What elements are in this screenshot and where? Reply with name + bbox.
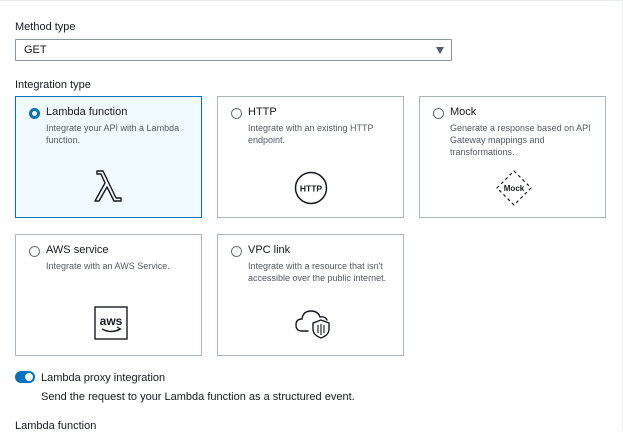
lambda-proxy-toggle[interactable] bbox=[15, 371, 35, 383]
option-description: Integrate with a resource that isn't acc… bbox=[248, 261, 387, 283]
integration-option-http[interactable]: HTTP Integrate with an existing HTTP end… bbox=[217, 96, 404, 218]
aws-icon-text: aws bbox=[100, 314, 123, 328]
radio-vpc-link[interactable] bbox=[231, 246, 242, 257]
top-divider bbox=[0, 0, 623, 1]
option-description: Generate a response based on API Gateway… bbox=[450, 123, 591, 157]
radio-lambda[interactable] bbox=[29, 108, 40, 119]
option-title: HTTP bbox=[248, 106, 277, 118]
option-title: Mock bbox=[450, 106, 477, 118]
option-title: Lambda function bbox=[46, 106, 128, 118]
radio-mock[interactable] bbox=[433, 108, 444, 119]
integration-option-mock[interactable]: Mock Generate a response based on API Ga… bbox=[419, 96, 606, 218]
option-title: AWS service bbox=[46, 244, 109, 256]
lambda-icon bbox=[94, 170, 122, 202]
integration-option-lambda[interactable]: Lambda function Integrate your API with … bbox=[15, 96, 202, 218]
http-icon: HTTP bbox=[294, 171, 328, 205]
option-title: VPC link bbox=[248, 244, 291, 256]
option-description: Integrate with an existing HTTP endpoint… bbox=[248, 123, 374, 145]
option-description: Integrate your API with a Lambda functio… bbox=[46, 123, 180, 145]
method-type-select[interactable]: GET bbox=[15, 39, 452, 61]
integration-option-vpc-link[interactable]: VPC link Integrate with a resource that … bbox=[217, 234, 404, 356]
toggle-knob bbox=[25, 373, 33, 381]
lambda-function-label: Lambda function bbox=[15, 420, 97, 432]
radio-aws-service[interactable] bbox=[29, 246, 40, 257]
vpc-cloud-shield-icon bbox=[295, 310, 330, 339]
integration-option-aws-service[interactable]: AWS service Integrate with an AWS Servic… bbox=[15, 234, 202, 356]
mock-icon: Mock bbox=[496, 170, 532, 206]
option-description: Integrate with an AWS Service. bbox=[46, 261, 170, 271]
lambda-proxy-label: Lambda proxy integration bbox=[41, 372, 166, 384]
radio-http[interactable] bbox=[231, 108, 242, 119]
lambda-proxy-description: Send the request to your Lambda function… bbox=[41, 391, 355, 403]
method-type-value: GET bbox=[24, 44, 47, 56]
http-icon-text: HTTP bbox=[300, 184, 323, 194]
caret-down-icon bbox=[436, 47, 444, 54]
integration-type-label: Integration type bbox=[15, 79, 91, 91]
method-type-label: Method type bbox=[15, 21, 76, 33]
mock-icon-text: Mock bbox=[504, 184, 525, 193]
aws-icon: aws bbox=[94, 306, 128, 340]
